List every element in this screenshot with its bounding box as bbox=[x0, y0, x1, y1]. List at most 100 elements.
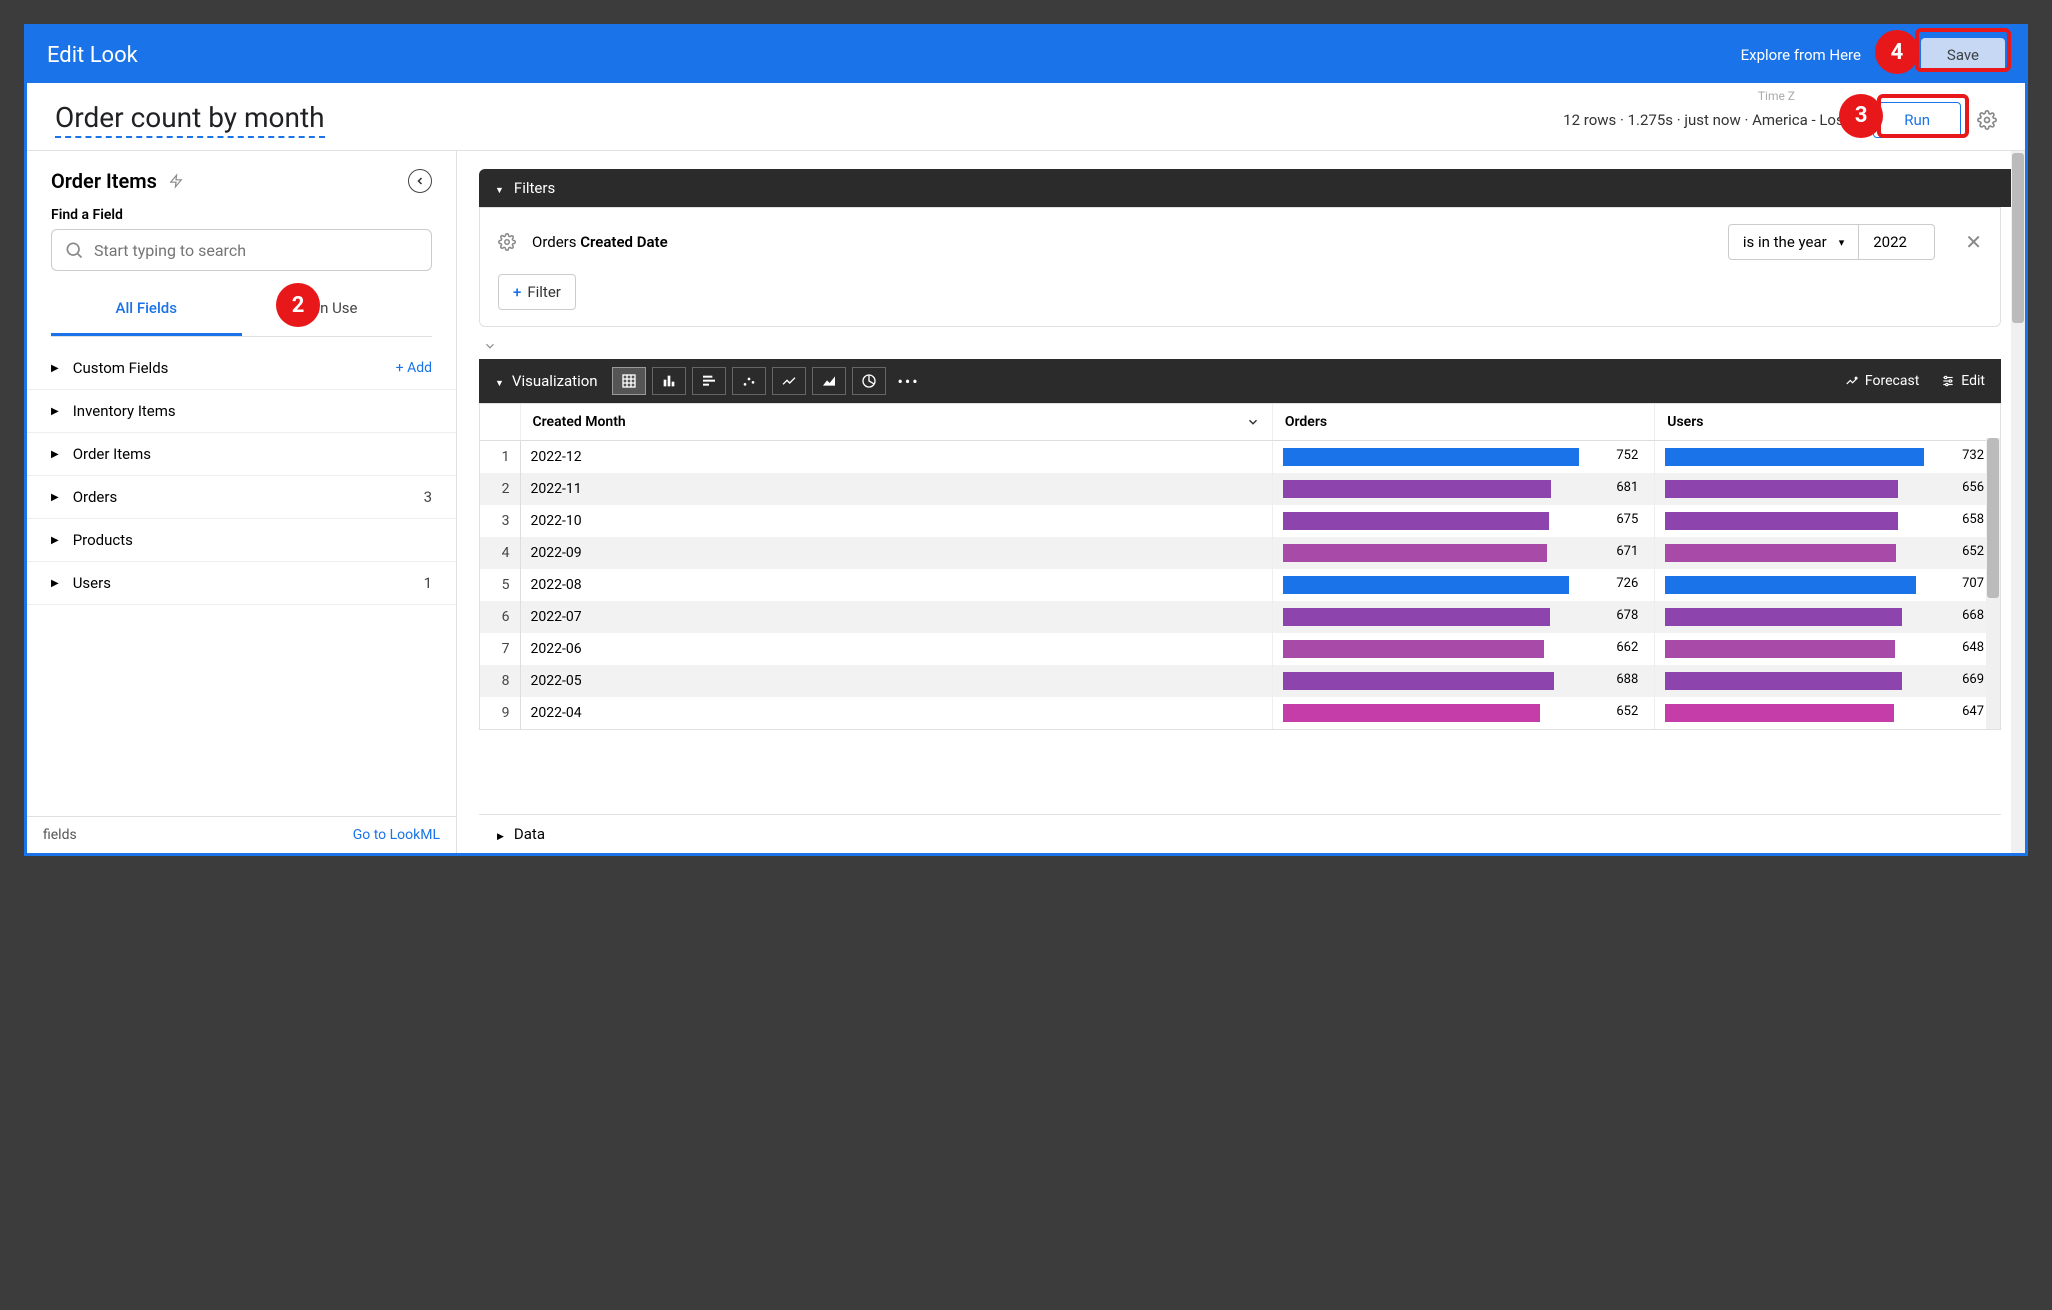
viz-edit-label: Edit bbox=[1961, 373, 1985, 389]
table-row[interactable]: 22022-11681656 bbox=[480, 473, 2000, 505]
add-custom-field-link[interactable]: + Add bbox=[396, 360, 432, 376]
collapse-handle-icon[interactable] bbox=[483, 339, 2019, 353]
annotation-badge-4: 4 bbox=[1875, 30, 1919, 74]
row-number: 2 bbox=[480, 473, 520, 505]
filter-gear-icon[interactable] bbox=[498, 233, 516, 251]
tab-in-use[interactable]: In Use bbox=[242, 283, 433, 336]
col-created-month[interactable]: Created Month bbox=[520, 404, 1272, 441]
caret-right-icon: ▶ bbox=[51, 492, 59, 503]
cell-orders: 752 bbox=[1272, 441, 1654, 474]
viz-scatter-icon[interactable] bbox=[732, 367, 766, 395]
col-created-month-label: Created Month bbox=[533, 414, 626, 430]
explore-name: Order Items bbox=[51, 169, 432, 193]
cell-orders: 688 bbox=[1272, 665, 1654, 697]
find-field-label: Find a Field bbox=[51, 207, 432, 223]
field-group-inventory-items[interactable]: ▶Inventory Items bbox=[27, 390, 456, 433]
cell-users: 707 bbox=[1655, 569, 2000, 601]
filters-header[interactable]: Filters bbox=[479, 169, 2019, 207]
filter-field-prefix: Orders bbox=[532, 233, 580, 251]
gear-icon[interactable] bbox=[1977, 110, 1997, 130]
search-icon bbox=[64, 240, 84, 260]
filter-operator-select[interactable]: is in the year ▾ bbox=[1728, 224, 1859, 260]
cell-users: 668 bbox=[1655, 601, 2000, 633]
field-group-custom-fields[interactable]: ▶Custom Fields+ Add bbox=[27, 347, 456, 390]
annotation-badge-2: 2 bbox=[276, 283, 320, 327]
table-row[interactable]: 82022-05688669 bbox=[480, 665, 2000, 697]
data-section-header[interactable]: Data bbox=[479, 814, 2001, 853]
timezone-label: Time Z bbox=[1758, 89, 1795, 103]
look-title-input[interactable]: Order count by month bbox=[55, 101, 325, 138]
filter-field-bold: Created Date bbox=[580, 233, 667, 251]
go-to-lookml-link[interactable]: Go to LookML bbox=[353, 827, 440, 843]
collapse-sidebar-icon[interactable] bbox=[408, 169, 432, 193]
main-panel: Filters Orders Created Date is in the ye… bbox=[457, 151, 2025, 853]
viz-table-icon[interactable] bbox=[612, 367, 646, 395]
caret-right-icon bbox=[497, 825, 504, 843]
cell-orders: 726 bbox=[1272, 569, 1654, 601]
field-group-label: Users bbox=[73, 574, 111, 592]
visualization-header[interactable]: Visualization bbox=[495, 372, 598, 390]
annotation-badge-3: 3 bbox=[1839, 94, 1883, 138]
field-group-label: Custom Fields bbox=[73, 359, 169, 377]
row-number: 8 bbox=[480, 665, 520, 697]
cell-month: 2022-04 bbox=[520, 697, 1272, 729]
row-number: 5 bbox=[480, 569, 520, 601]
table-row[interactable]: 42022-09671652 bbox=[480, 537, 2000, 569]
tab-all-fields[interactable]: All Fields bbox=[51, 283, 242, 336]
row-number: 6 bbox=[480, 601, 520, 633]
table-row[interactable]: 92022-04652647 bbox=[480, 697, 2000, 729]
forecast-button[interactable]: Forecast bbox=[1845, 373, 1919, 389]
cell-month: 2022-07 bbox=[520, 601, 1272, 633]
filter-operator-text: is in the year bbox=[1743, 233, 1827, 251]
cell-orders: 652 bbox=[1272, 697, 1654, 729]
table-row[interactable]: 32022-10675658 bbox=[480, 505, 2000, 537]
caret-down-icon bbox=[495, 372, 504, 390]
col-users[interactable]: Users bbox=[1655, 404, 2000, 441]
field-search[interactable] bbox=[51, 229, 432, 271]
cell-month: 2022-11 bbox=[520, 473, 1272, 505]
run-button[interactable]: Run bbox=[1873, 102, 1961, 138]
filter-year-input[interactable] bbox=[1859, 224, 1935, 260]
col-orders[interactable]: Orders bbox=[1272, 404, 1654, 441]
table-row[interactable]: 72022-06662648 bbox=[480, 633, 2000, 665]
visualization-toolbar: Visualization ••• Forecast E bbox=[479, 359, 2001, 403]
field-picker-sidebar: Order Items Find a Field All Fields 2 bbox=[27, 151, 457, 853]
field-group-orders[interactable]: ▶Orders3 bbox=[27, 476, 456, 519]
field-search-input[interactable] bbox=[94, 241, 419, 260]
field-group-products[interactable]: ▶Products bbox=[27, 519, 456, 562]
sidebar-footer: fields Go to LookML bbox=[27, 816, 456, 853]
viz-bar-icon[interactable] bbox=[692, 367, 726, 395]
field-group-label: Orders bbox=[73, 488, 118, 506]
row-number: 3 bbox=[480, 505, 520, 537]
viz-edit-button[interactable]: Edit bbox=[1941, 373, 1985, 389]
table-row[interactable]: 12022-12752732 bbox=[480, 441, 2000, 474]
viz-area-icon[interactable] bbox=[812, 367, 846, 395]
caret-right-icon: ▶ bbox=[51, 449, 59, 460]
scrollbar-main[interactable] bbox=[2011, 151, 2025, 853]
cell-users: 656 bbox=[1655, 473, 2000, 505]
viz-more-icon[interactable]: ••• bbox=[892, 367, 926, 395]
remove-filter-icon[interactable]: ✕ bbox=[1965, 230, 1982, 254]
field-group-users[interactable]: ▶Users1 bbox=[27, 562, 456, 605]
data-section-label: Data bbox=[514, 825, 545, 843]
scrollbar-thumb[interactable] bbox=[2012, 153, 2024, 323]
filter-field-name: Orders Created Date bbox=[532, 233, 668, 251]
table-row[interactable]: 62022-07678668 bbox=[480, 601, 2000, 633]
viz-line-icon[interactable] bbox=[772, 367, 806, 395]
field-group-order-items[interactable]: ▶Order Items bbox=[27, 433, 456, 476]
field-list: ▶Custom Fields+ Add▶Inventory Items▶Orde… bbox=[27, 347, 456, 816]
cell-orders: 662 bbox=[1272, 633, 1654, 665]
table-row[interactable]: 52022-08726707 bbox=[480, 569, 2000, 601]
row-number: 1 bbox=[480, 441, 520, 474]
viz-pie-icon[interactable] bbox=[852, 367, 886, 395]
add-filter-button[interactable]: + Filter bbox=[498, 274, 576, 310]
save-button[interactable]: Save bbox=[1921, 38, 2005, 72]
explore-from-here-link[interactable]: Explore from Here bbox=[1741, 46, 1861, 64]
bolt-icon[interactable] bbox=[169, 172, 183, 190]
caret-right-icon: ▶ bbox=[51, 535, 59, 546]
cell-orders: 678 bbox=[1272, 601, 1654, 633]
caret-right-icon: ▶ bbox=[51, 578, 59, 589]
footer-fields-label: fields bbox=[43, 827, 77, 843]
chevron-down-icon: ▾ bbox=[1839, 236, 1845, 249]
viz-column-icon[interactable] bbox=[652, 367, 686, 395]
